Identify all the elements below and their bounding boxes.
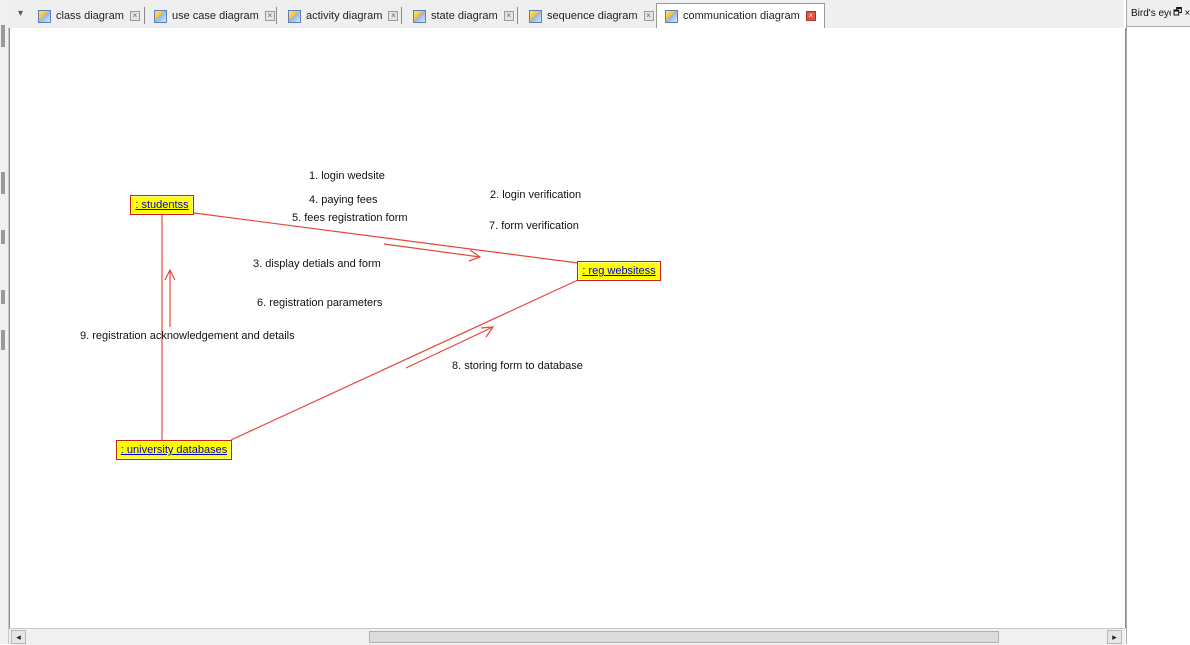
horizontal-scrollbar[interactable]: ◂ ▸: [9, 628, 1125, 645]
message-label[interactable]: 3. display detials and form: [253, 258, 381, 270]
scroll-left-icon[interactable]: ◂: [11, 630, 26, 644]
birds-eye-panel: Bird's eye 🗗 ×: [1126, 0, 1190, 644]
message-label[interactable]: 8. storing form to database: [452, 360, 583, 372]
scrollbar-thumb[interactable]: [369, 631, 999, 643]
scroll-right-icon[interactable]: ▸: [1107, 630, 1122, 644]
object-reg-websitess[interactable]: : reg websitess: [577, 261, 661, 281]
object-university-databases[interactable]: : university databases: [116, 440, 232, 460]
panel-title: Bird's eye: [1131, 7, 1171, 19]
restore-icon[interactable]: 🗗: [1173, 5, 1182, 22]
message-label[interactable]: 4. paying fees: [309, 194, 378, 206]
message-label[interactable]: 7. form verification: [489, 220, 579, 232]
object-studentss[interactable]: : studentss: [130, 195, 194, 215]
message-label[interactable]: 9. registration acknowledgement and deta…: [80, 330, 295, 342]
diagram-links: [161, 212, 579, 441]
message-label[interactable]: 1. login wedsite: [309, 170, 385, 182]
message-arrow-to-reg-website: [383, 243, 481, 258]
message-label[interactable]: 5. fees registration form: [292, 212, 408, 224]
close-icon[interactable]: ×: [1184, 8, 1190, 19]
message-label[interactable]: 6. registration parameters: [257, 297, 382, 309]
message-label[interactable]: 2. login verification: [490, 189, 581, 201]
birds-eye-header: Bird's eye 🗗 ×: [1127, 0, 1190, 27]
